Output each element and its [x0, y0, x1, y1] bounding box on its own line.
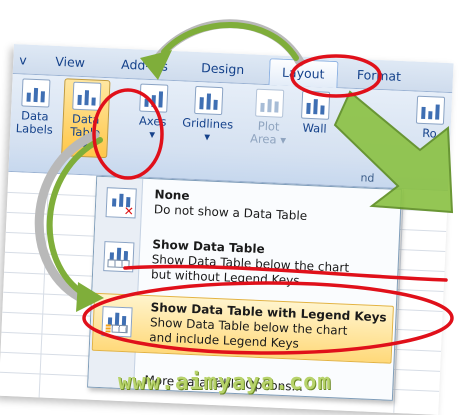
axes-button[interactable]: Axes ▾ — [132, 83, 174, 142]
rotation-button[interactable]: Ro — [414, 95, 446, 141]
data-table-button[interactable]: Data Table ▾ — [61, 78, 111, 159]
watermark: www.aimyaya.com — [118, 370, 332, 395]
plot-area-button[interactable]: Plot Area ▾ — [248, 88, 290, 147]
data-labels-button[interactable]: Data Labels — [14, 78, 56, 137]
data-table-label-2: Table ▾ — [70, 124, 101, 153]
menu-item-show-data-table-legend-keys[interactable]: Show Data Table with Legend Keys Show Da… — [91, 292, 394, 364]
menu-item-none[interactable]: ✕ None Do not show a Data Table — [97, 181, 398, 234]
gridlines-icon — [194, 85, 224, 116]
rotation-icon — [415, 95, 446, 125]
data-table-none-icon: ✕ — [105, 187, 137, 219]
tab-partial[interactable]: v — [19, 52, 27, 67]
axes-dropdown: ▾ — [149, 126, 156, 142]
data-table-menu: ✕ None Do not show a Data Table Show Dat… — [87, 175, 403, 401]
menu-item-title: None — [154, 187, 190, 203]
axes-icon — [139, 83, 169, 113]
tab-format[interactable]: Format — [357, 67, 402, 84]
wall-label: Wall — [302, 120, 327, 136]
menu-item-show-data-table[interactable]: Show Data Table Show Data Table below th… — [94, 231, 396, 300]
wall-icon — [301, 90, 331, 120]
wall-button[interactable]: Wall — [296, 90, 334, 136]
tab-layout[interactable]: Layout — [268, 58, 339, 89]
gridlines-button[interactable]: Gridlines ▾ — [178, 85, 238, 144]
data-labels-label-2: Labels — [15, 121, 54, 137]
rotation-label: Ro — [421, 125, 438, 141]
ribbon-layout: Data Labels Data Table ▾ Axes ▾ Gridline… — [8, 73, 453, 192]
data-table-legend-keys-icon — [101, 306, 133, 338]
tab-view[interactable]: View — [55, 54, 85, 70]
menu-item-desc: Do not show a Data Table — [153, 202, 308, 223]
tab-design[interactable]: Design — [201, 60, 245, 77]
data-labels-icon — [21, 78, 51, 108]
data-table-icon — [72, 81, 102, 111]
data-table-icon — [103, 241, 135, 273]
ribbon-group-label: nd — [360, 171, 375, 185]
plot-area-label-2: Area ▾ — [249, 131, 287, 147]
plot-area-icon — [255, 88, 285, 118]
gridlines-dropdown: ▾ — [203, 129, 211, 144]
excel-window: v View Add-Ins Design Layout Format Data… — [0, 44, 454, 415]
tab-add-ins[interactable]: Add-Ins — [121, 57, 168, 74]
